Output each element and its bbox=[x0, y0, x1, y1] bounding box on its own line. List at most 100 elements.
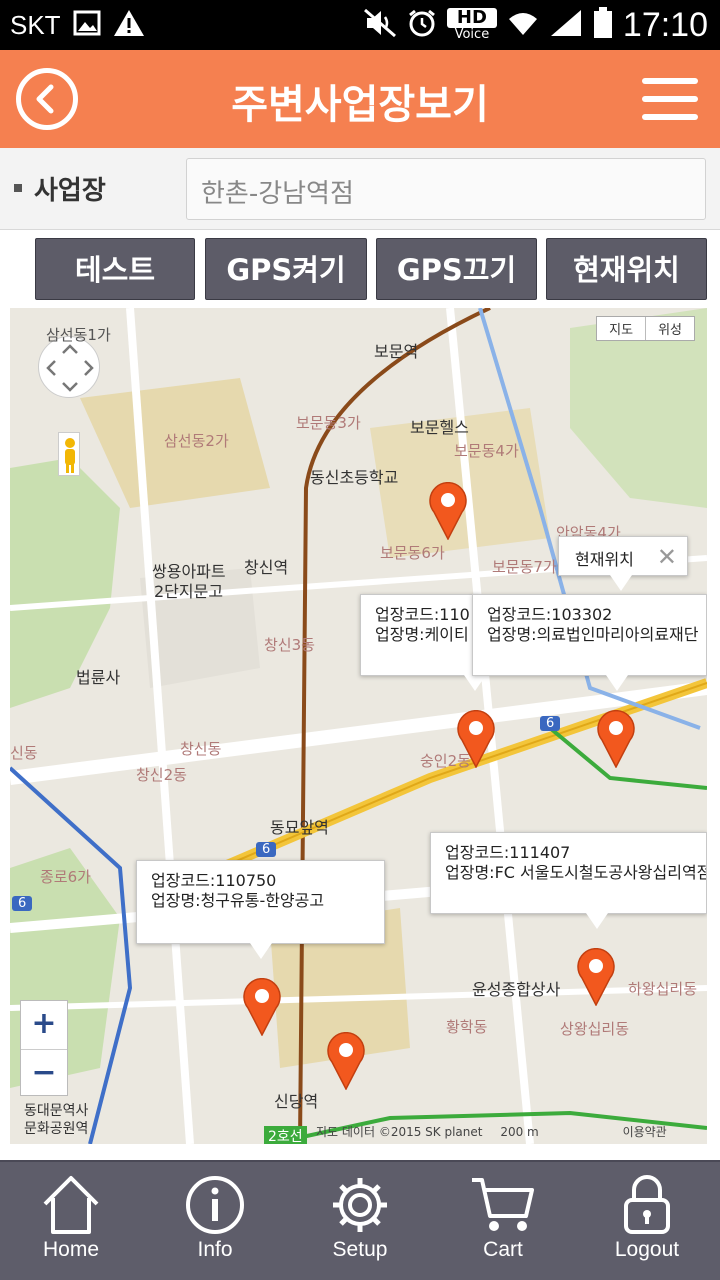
map-label: 보문헬스 bbox=[410, 418, 469, 437]
name-label: 업장명: bbox=[487, 625, 537, 644]
gps-on-button[interactable]: GPS켜기 bbox=[205, 238, 367, 300]
map-label: 황학동 bbox=[446, 1018, 488, 1036]
business-info-window[interactable]: 업장코드:110750 업장명:청구유통-한양공고 bbox=[136, 860, 385, 944]
wifi-icon bbox=[507, 9, 539, 41]
bottom-navigation: Home Info Setup Cart Logout bbox=[0, 1160, 720, 1280]
warning-icon bbox=[113, 9, 145, 41]
business-info-window[interactable]: 업장코드:110 업장명:케이티 bbox=[360, 594, 480, 676]
business-code: 103302 bbox=[551, 605, 613, 624]
popup-tail bbox=[586, 913, 608, 929]
map-label: 동묘앞역 bbox=[270, 818, 329, 837]
map-label: 윤성종합상사 bbox=[472, 980, 561, 999]
business-name: 케이티 bbox=[424, 625, 469, 644]
nav-cart[interactable]: Cart bbox=[448, 1174, 558, 1262]
map-pin-icon[interactable] bbox=[242, 978, 282, 1037]
attribution-text: 지도 데이터 ©2015 SK planet bbox=[316, 1125, 483, 1139]
map-label: 창신3동 bbox=[264, 636, 315, 654]
current-location-button[interactable]: 현재위치 bbox=[546, 238, 707, 300]
popup-tail bbox=[464, 675, 486, 691]
map-label: 신당역 bbox=[274, 1092, 319, 1111]
business-info-window[interactable]: 업장코드:103302 업장명:의료법인마리아의료재단 bbox=[472, 594, 707, 676]
street-view-pegman-icon[interactable] bbox=[58, 432, 80, 476]
map-pin-icon[interactable] bbox=[326, 1032, 366, 1091]
map-type-toggle: 지도 위성 bbox=[596, 316, 695, 341]
nav-info[interactable]: Info bbox=[160, 1174, 270, 1262]
route-shield: 6 bbox=[12, 896, 33, 911]
code-label: 업장코드: bbox=[487, 605, 552, 624]
nav-logout[interactable]: Logout bbox=[592, 1174, 702, 1262]
image-notification-icon bbox=[73, 10, 101, 40]
code-label: 업장코드: bbox=[151, 871, 216, 890]
hamburger-icon bbox=[642, 78, 698, 84]
business-name: FC 서울도시철도공사왕십리역점 bbox=[494, 863, 707, 882]
popup-tail bbox=[610, 575, 632, 591]
route-shield: 6 bbox=[256, 842, 277, 857]
map-label: 삼선동1가 bbox=[46, 326, 111, 344]
test-button[interactable]: 테스트 bbox=[35, 238, 195, 300]
map-view[interactable]: 지도 위성 삼선동1가 보문역 보문동3가 보문헬스 보문동4가 삼선동2가 동… bbox=[10, 308, 707, 1144]
zoom-in-button[interactable]: + bbox=[21, 1001, 67, 1049]
zoom-control: + − bbox=[20, 1000, 68, 1096]
nav-home[interactable]: Home bbox=[16, 1174, 126, 1262]
hd-voice-icon: HD Voice bbox=[446, 8, 497, 42]
business-info-window[interactable]: 업장코드:111407 업장명:FC 서울도시철도공사왕십리역점 bbox=[430, 832, 707, 914]
nav-setup[interactable]: Setup bbox=[305, 1174, 415, 1262]
alarm-icon bbox=[407, 8, 437, 42]
map-label: 보문동4가 bbox=[454, 442, 519, 460]
signal-icon bbox=[549, 8, 583, 42]
nav-home-label: Home bbox=[42, 1238, 100, 1261]
code-label: 업장코드: bbox=[375, 605, 440, 624]
cart-icon bbox=[472, 1178, 534, 1231]
terms-link[interactable]: 이용약관 bbox=[623, 1125, 667, 1139]
gps-off-button[interactable]: GPS끄기 bbox=[376, 238, 537, 300]
business-field[interactable]: 한촌-강남역점 bbox=[186, 158, 706, 220]
map-type-map[interactable]: 지도 bbox=[597, 317, 645, 340]
app-header: 주변사업장보기 bbox=[0, 50, 720, 148]
menu-button[interactable] bbox=[642, 78, 698, 120]
status-bar: SKT HD Voice 17:10 bbox=[0, 0, 720, 50]
zoom-out-button[interactable]: − bbox=[21, 1049, 67, 1097]
map-label: 창신역 bbox=[244, 558, 289, 577]
business-code: 110 bbox=[439, 605, 470, 624]
map-label: 문화공원역 bbox=[24, 1121, 89, 1137]
battery-icon bbox=[593, 7, 613, 43]
nav-cart-label: Cart bbox=[483, 1238, 523, 1261]
map-label: 2단지문고 bbox=[154, 582, 224, 601]
name-label: 업장명: bbox=[445, 863, 495, 882]
business-name: 의료법인마리아의료재단 bbox=[536, 625, 699, 644]
business-code: 110750 bbox=[215, 871, 277, 890]
map-label: 하왕십리동 bbox=[628, 980, 698, 998]
close-icon[interactable]: ✕ bbox=[657, 543, 677, 571]
page-title: 주변사업장보기 bbox=[231, 82, 489, 128]
name-label: 업장명: bbox=[151, 891, 201, 910]
pan-arrows-icon bbox=[46, 344, 94, 392]
map-pin-icon[interactable] bbox=[456, 710, 496, 769]
home-icon bbox=[43, 1176, 99, 1234]
map-label: 신동 bbox=[10, 744, 38, 762]
map-pin-icon[interactable] bbox=[596, 710, 636, 769]
clock: 17:10 bbox=[622, 5, 708, 44]
bullet-icon bbox=[14, 184, 22, 192]
map-label: 삼선동2가 bbox=[164, 432, 229, 450]
business-row: 사업장 한촌-강남역점 bbox=[0, 148, 720, 230]
map-label: 법륜사 bbox=[76, 668, 121, 687]
business-name: 청구유통-한양공고 bbox=[200, 891, 325, 910]
map-label: 보문동3가 bbox=[296, 414, 361, 432]
nav-setup-label: Setup bbox=[332, 1238, 388, 1261]
map-label: 동신초등학교 bbox=[310, 468, 399, 487]
map-type-satellite[interactable]: 위성 bbox=[645, 317, 694, 340]
popup-tail bbox=[606, 675, 628, 691]
map-label: 상왕십리동 bbox=[560, 1020, 630, 1038]
map-label: 보문동7가 bbox=[492, 558, 557, 576]
code-label: 업장코드: bbox=[445, 843, 510, 862]
map-pin-icon[interactable] bbox=[576, 948, 616, 1007]
nav-info-label: Info bbox=[197, 1238, 233, 1261]
popup-tail bbox=[250, 943, 272, 959]
pan-control[interactable] bbox=[38, 336, 100, 398]
map-label: 2호선 bbox=[264, 1126, 307, 1144]
current-location-popup: 현재위치 ✕ bbox=[558, 536, 688, 576]
action-buttons: 테스트 GPS켜기 GPS끄기 현재위치 bbox=[0, 230, 720, 308]
map-label: 창신2동 bbox=[136, 766, 187, 784]
business-label: 사업장 bbox=[34, 176, 106, 206]
map-pin-icon[interactable] bbox=[428, 482, 468, 541]
